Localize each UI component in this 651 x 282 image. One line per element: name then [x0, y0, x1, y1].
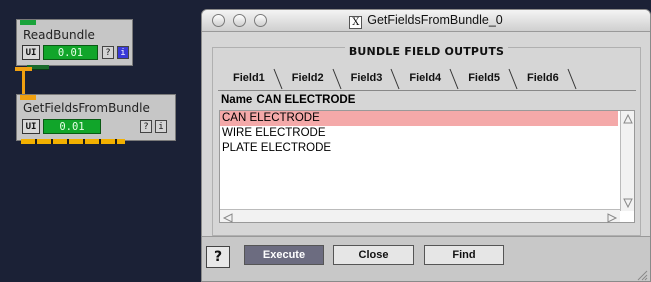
ui-button[interactable]: UI	[22, 45, 40, 60]
tab-divider-icon	[332, 68, 342, 90]
help-button[interactable]: ?	[140, 120, 152, 133]
info-button[interactable]: i	[117, 46, 129, 59]
tab-divider-icon	[508, 68, 518, 90]
tab-field5[interactable]: Field5	[459, 65, 518, 90]
resize-grip-icon[interactable]	[636, 269, 648, 281]
help-button[interactable]: ?	[102, 46, 114, 59]
info-button[interactable]: i	[155, 120, 167, 133]
scroll-arrows-icon	[222, 213, 618, 223]
module-getfieldsfrombundle[interactable]: GetFieldsFromBundle UI 0.01 ? i	[16, 94, 176, 144]
tab-underline	[218, 90, 636, 91]
window-title-container: X GetFieldsFromBundle_0	[202, 13, 650, 29]
x11-icon: X	[349, 16, 363, 29]
progress-indicator: 0.01	[43, 45, 98, 60]
vertical-scrollbar[interactable]	[620, 111, 634, 211]
title-bar[interactable]: X GetFieldsFromBundle_0	[202, 10, 650, 32]
help-button[interactable]: ?	[206, 246, 230, 268]
tab-field6[interactable]: Field6	[518, 65, 577, 90]
name-value: CAN ELECTRODE	[256, 94, 356, 106]
tab-divider-icon	[567, 68, 577, 90]
ui-button[interactable]: UI	[22, 119, 40, 134]
window-title: GetFieldsFromBundle_0	[367, 13, 503, 27]
tab-divider-icon	[449, 68, 459, 90]
name-label: Name	[221, 94, 253, 106]
field-listbox[interactable]: CAN ELECTRODE WIRE ELECTRODE PLATE ELECT…	[219, 110, 635, 223]
name-row: Name CAN ELECTRODE	[221, 94, 355, 106]
tab-divider-icon	[273, 68, 283, 90]
module-title: GetFieldsFromBundle	[23, 101, 150, 115]
module-readbundle[interactable]: ReadBundle UI 0.01 ? i	[16, 19, 133, 70]
group-label: BUNDLE FIELD OUTPUTS	[344, 45, 509, 58]
close-button[interactable]: Close	[333, 245, 414, 265]
module-dialog: X GetFieldsFromBundle_0 BUNDLE FIELD OUTP…	[201, 9, 651, 282]
tab-divider-icon	[390, 68, 400, 90]
connection-pipe[interactable]	[22, 70, 25, 94]
scroll-arrows-icon	[623, 113, 633, 209]
list-item[interactable]: WIRE ELECTRODE	[220, 126, 618, 141]
horizontal-scrollbar[interactable]	[220, 209, 620, 223]
button-bar: ? Execute Close Find	[202, 237, 650, 281]
tab-field4[interactable]: Field4	[400, 65, 459, 90]
progress-indicator: 0.01	[43, 119, 101, 134]
input-port[interactable]	[20, 20, 36, 25]
find-button[interactable]: Find	[424, 245, 504, 265]
list-item[interactable]: CAN ELECTRODE	[220, 111, 618, 126]
output-ports[interactable]	[21, 139, 125, 144]
tab-field2[interactable]: Field2	[283, 65, 342, 90]
execute-button[interactable]: Execute	[244, 245, 324, 265]
tab-field3[interactable]: Field3	[342, 65, 401, 90]
input-port[interactable]	[20, 95, 36, 100]
tab-field1[interactable]: Field1	[224, 65, 283, 90]
list-item[interactable]: PLATE ELECTRODE	[220, 141, 618, 156]
field-tabs: Field1 Field2 Field3 Field4 Field5 Field…	[224, 65, 577, 90]
module-title: ReadBundle	[23, 28, 95, 42]
